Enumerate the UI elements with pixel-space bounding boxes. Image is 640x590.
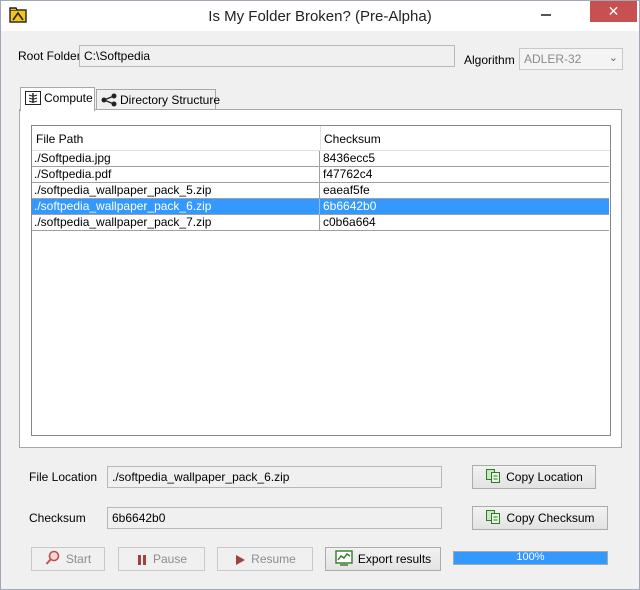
cell-path: ./Softpedia.pdf bbox=[32, 167, 320, 182]
magnifier-icon bbox=[45, 550, 60, 565]
table-row[interactable]: ./softpedia_wallpaper_pack_7.zip c0b6a66… bbox=[32, 215, 609, 231]
progress-bar: 100% bbox=[453, 551, 608, 565]
checksum-label: Checksum bbox=[29, 511, 86, 525]
table-header: File Path Checksum bbox=[32, 126, 610, 151]
checksum-table[interactable]: File Path Checksum ./Softpedia.jpg 8436e… bbox=[31, 125, 611, 436]
cell-checksum: f47762c4 bbox=[323, 167, 373, 181]
table-row-selected[interactable]: ./softpedia_wallpaper_pack_6.zip 6b6642b… bbox=[32, 199, 609, 215]
export-results-label: Export results bbox=[357, 552, 432, 566]
resume-label: Resume bbox=[251, 552, 296, 566]
file-location-input[interactable]: ./softpedia_wallpaper_pack_6.zip bbox=[107, 466, 442, 488]
minimize-icon bbox=[541, 14, 551, 16]
cell-checksum: 6b6642b0 bbox=[323, 199, 377, 213]
tab-directory-structure[interactable]: Directory Structure bbox=[96, 89, 220, 111]
start-button[interactable]: Start bbox=[31, 547, 105, 571]
compute-panel: File Path Checksum ./Softpedia.jpg 8436e… bbox=[19, 109, 622, 448]
algorithm-value: ADLER-32 bbox=[524, 52, 582, 66]
root-folder-input[interactable]: C:\Softpedia bbox=[79, 45, 455, 67]
export-results-button[interactable]: Export results bbox=[325, 547, 441, 571]
minimize-button[interactable] bbox=[532, 1, 560, 23]
table-row[interactable]: ./softpedia_wallpaper_pack_5.zip eaeaf5f… bbox=[32, 183, 609, 199]
chart-export-icon bbox=[335, 550, 353, 566]
algorithm-select[interactable]: ADLER-32 ⌄ bbox=[519, 48, 623, 70]
close-button[interactable]: ✕ bbox=[590, 1, 637, 22]
tab-compute-label: Compute bbox=[44, 91, 93, 105]
cell-checksum: c0b6a664 bbox=[323, 215, 376, 229]
column-separator bbox=[320, 126, 321, 151]
chevron-down-icon: ⌄ bbox=[608, 52, 618, 64]
app-window: Is My Folder Broken? (Pre-Alpha) ✕ Root … bbox=[0, 0, 640, 590]
pause-button[interactable]: Pause bbox=[118, 547, 205, 571]
cell-checksum: 8436ecc5 bbox=[323, 151, 376, 165]
tab-directory-structure-label: Directory Structure bbox=[120, 93, 221, 107]
copy-icon bbox=[486, 469, 501, 483]
cell-path: ./Softpedia.jpg bbox=[32, 151, 320, 166]
pause-icon bbox=[137, 555, 146, 565]
copy-checksum-label: Copy Checksum bbox=[506, 511, 595, 525]
x-ray-icon bbox=[25, 91, 41, 105]
copy-location-button[interactable]: Copy Location bbox=[472, 465, 596, 489]
algorithm-label: Algorithm bbox=[464, 53, 515, 67]
table-row[interactable]: ./Softpedia.jpg 8436ecc5 bbox=[32, 151, 609, 167]
progress-label: 100% bbox=[516, 551, 545, 563]
root-folder-label: Root Folder bbox=[18, 49, 81, 63]
file-location-label: File Location bbox=[29, 470, 98, 484]
checksum-input[interactable]: 6b6642b0 bbox=[107, 507, 442, 529]
column-file-path[interactable]: File Path bbox=[36, 132, 83, 146]
start-label: Start bbox=[65, 552, 92, 566]
cell-path: ./softpedia_wallpaper_pack_7.zip bbox=[32, 215, 320, 230]
pause-label: Pause bbox=[152, 552, 188, 566]
copy-icon bbox=[486, 510, 501, 524]
table-row[interactable]: ./Softpedia.pdf f47762c4 bbox=[32, 167, 609, 183]
copy-checksum-button[interactable]: Copy Checksum bbox=[472, 506, 608, 530]
cell-checksum: eaeaf5fe bbox=[323, 183, 370, 197]
cell-path: ./softpedia_wallpaper_pack_6.zip bbox=[32, 199, 320, 214]
tab-compute[interactable]: Compute bbox=[20, 87, 95, 111]
cell-path: ./softpedia_wallpaper_pack_5.zip bbox=[32, 183, 320, 198]
play-icon bbox=[236, 555, 246, 565]
title-bar[interactable]: Is My Folder Broken? (Pre-Alpha) ✕ bbox=[1, 1, 639, 31]
resume-button[interactable]: Resume bbox=[217, 547, 313, 571]
copy-location-label: Copy Location bbox=[506, 470, 583, 484]
tree-icon bbox=[101, 93, 117, 107]
column-checksum[interactable]: Checksum bbox=[324, 132, 381, 146]
